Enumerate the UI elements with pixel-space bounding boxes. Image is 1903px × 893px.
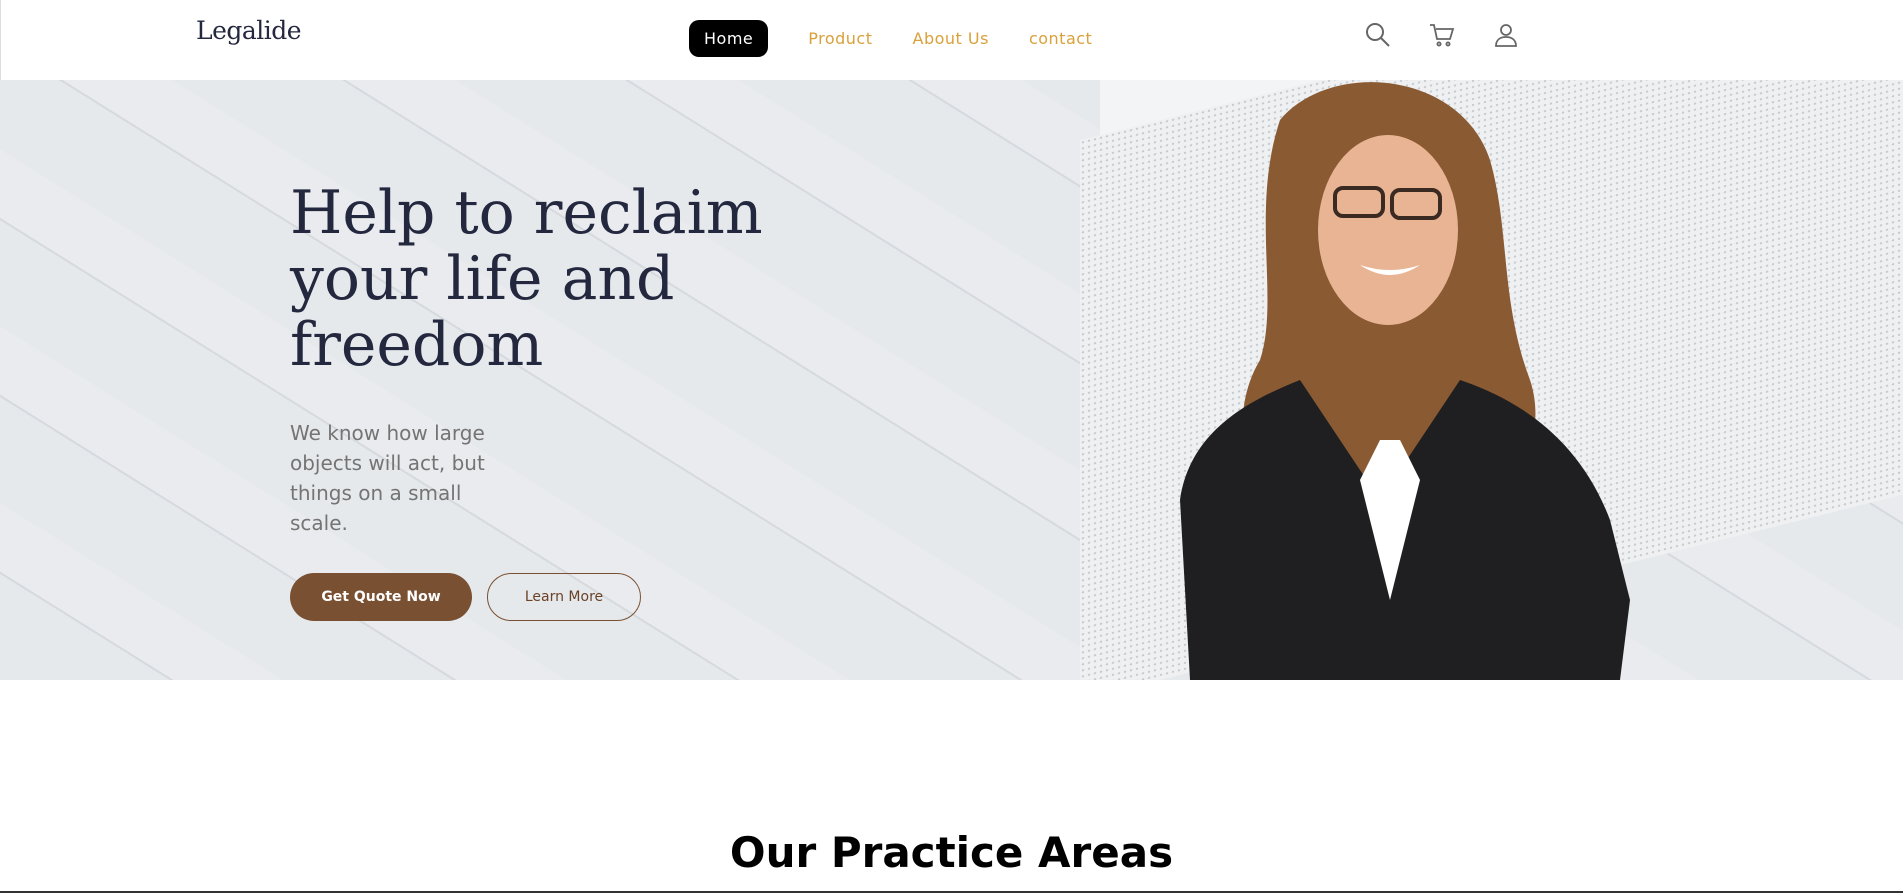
learn-more-button[interactable]: Learn More xyxy=(487,573,641,621)
nav-contact[interactable]: contact xyxy=(1029,29,1092,48)
section-title: Our Practice Areas xyxy=(729,828,1174,877)
search-icon[interactable] xyxy=(1363,20,1393,50)
logo[interactable]: Legalide xyxy=(196,16,302,45)
cart-icon[interactable] xyxy=(1427,20,1457,50)
main-nav: Home Product About Us contact xyxy=(689,20,1132,57)
user-icon[interactable] xyxy=(1491,20,1521,50)
get-quote-button[interactable]: Get Quote Now xyxy=(290,573,472,621)
nav-about-us[interactable]: About Us xyxy=(913,29,989,48)
nav-product[interactable]: Product xyxy=(808,29,872,48)
nav-home[interactable]: Home xyxy=(689,20,769,57)
hero-description: We know how large objects will act, but … xyxy=(290,421,485,535)
hero-person-image xyxy=(1180,82,1630,680)
site-header: Legalide Home Product About Us contact xyxy=(0,0,1903,80)
hero-section: Help to reclaim your life and freedom We… xyxy=(0,80,1903,680)
hero-title: Help to reclaim your life and freedom xyxy=(290,178,763,380)
